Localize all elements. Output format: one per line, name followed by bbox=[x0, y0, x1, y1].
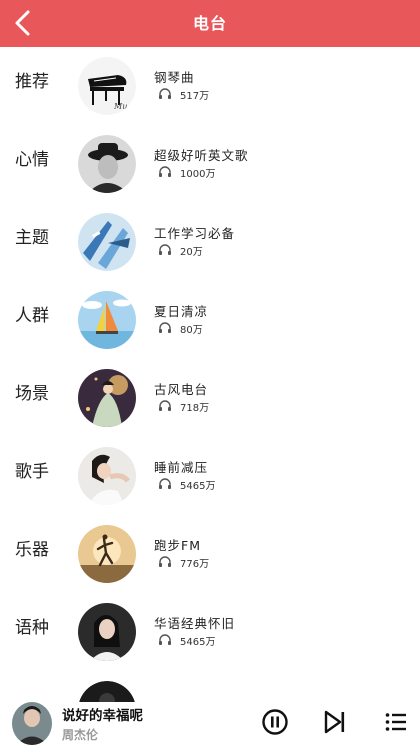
mini-player[interactable]: 说好的幸福呢 周杰伦 bbox=[0, 702, 420, 747]
station-name: 钢琴曲 bbox=[154, 70, 195, 85]
station-cover[interactable] bbox=[78, 525, 136, 583]
station-name: 工作学习必备 bbox=[154, 226, 236, 241]
headphones-icon bbox=[159, 634, 171, 645]
station-cover[interactable] bbox=[78, 369, 136, 427]
category-label: 乐器 bbox=[15, 540, 49, 560]
skip-next-icon bbox=[324, 710, 345, 734]
list-item[interactable]: 语种 华语经典怀旧 5465万 bbox=[0, 593, 420, 671]
list-item[interactable]: 心情 超级好听英文歌 1000万 bbox=[0, 125, 420, 203]
list-item[interactable]: 人群 夏日清凉 80万 bbox=[0, 281, 420, 359]
artist-name: 周杰伦 bbox=[62, 728, 99, 742]
category-label: 场景 bbox=[15, 384, 49, 404]
headphones-icon bbox=[159, 88, 171, 99]
station-name: 跑步FM bbox=[154, 538, 201, 553]
category-label: 心情 bbox=[15, 150, 49, 170]
station-cover[interactable] bbox=[78, 213, 136, 271]
station-name: 超级好听英文歌 bbox=[154, 148, 249, 163]
category-label: 人群 bbox=[15, 306, 49, 326]
headphones-icon bbox=[159, 400, 171, 411]
header-bar: 电台 bbox=[0, 0, 420, 47]
headphones-icon bbox=[159, 322, 171, 333]
list-item[interactable]: 主题 工作学习必备 20万 bbox=[0, 203, 420, 281]
list-item[interactable]: 乐器 跑步FM 776万 bbox=[0, 515, 420, 593]
list-item[interactable]: 歌手 睡前减压 5465万 bbox=[0, 437, 420, 515]
category-label: 主题 bbox=[15, 228, 49, 248]
album-art[interactable] bbox=[12, 702, 52, 745]
station-list: 推荐 Mu 钢琴曲 517万 心情 超级好听英文歌 1000万 主题 工作学习必… bbox=[0, 47, 420, 702]
category-label: 语种 bbox=[15, 618, 49, 638]
station-cover[interactable] bbox=[78, 681, 136, 702]
page-title: 电台 bbox=[192, 14, 227, 33]
station-name: 夏日清凉 bbox=[154, 304, 209, 319]
svg-text:Mu: Mu bbox=[113, 102, 127, 111]
station-cover[interactable]: Mu bbox=[78, 57, 136, 115]
song-title: 说好的幸福呢 bbox=[62, 708, 143, 724]
pause-button[interactable] bbox=[261, 708, 289, 736]
list-item[interactable]: 推荐 Mu 钢琴曲 517万 bbox=[0, 47, 420, 125]
station-cover[interactable] bbox=[78, 603, 136, 661]
category-label: 歌手 bbox=[15, 462, 49, 482]
station-cover[interactable] bbox=[78, 135, 136, 193]
category-label: 推荐 bbox=[15, 72, 49, 92]
playlist-icon bbox=[385, 713, 406, 731]
headphones-icon bbox=[159, 244, 171, 255]
list-item[interactable] bbox=[0, 671, 420, 702]
station-name: 华语经典怀旧 bbox=[154, 616, 236, 631]
headphones-icon bbox=[159, 556, 171, 567]
station-cover[interactable] bbox=[78, 291, 136, 349]
headphones-icon bbox=[159, 478, 171, 489]
station-name: 古风电台 bbox=[154, 382, 209, 397]
next-button[interactable] bbox=[322, 709, 348, 735]
station-cover[interactable] bbox=[78, 447, 136, 505]
playlist-button[interactable] bbox=[384, 710, 408, 734]
list-item[interactable]: 场景 古风电台 718万 bbox=[0, 359, 420, 437]
pause-icon bbox=[262, 709, 288, 735]
station-name: 睡前减压 bbox=[154, 460, 209, 475]
headphones-icon bbox=[159, 166, 171, 177]
